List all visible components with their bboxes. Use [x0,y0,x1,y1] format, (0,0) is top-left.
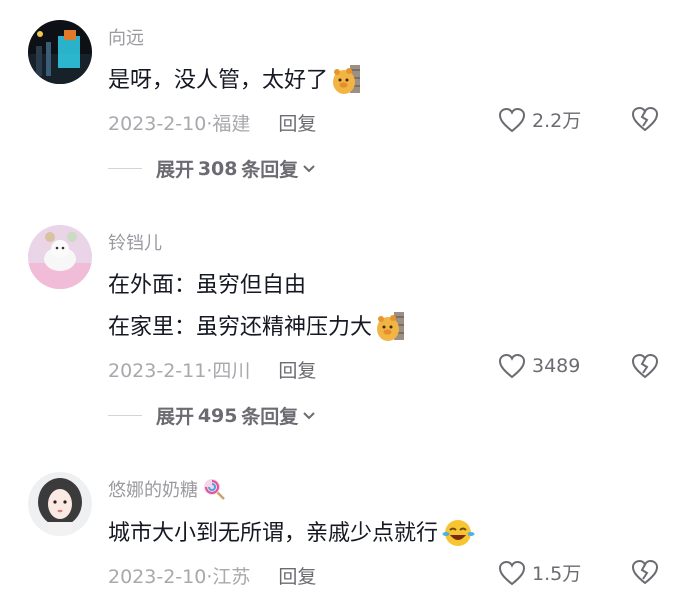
chevron-down-icon [303,164,316,172]
dislike-button[interactable] [631,353,659,383]
heart-icon [498,560,526,585]
username-text: 悠娜的奶糖 [108,480,198,501]
comment-text-line: 城市大小到无所谓，亲戚少点就行 [108,521,439,546]
like-count: 2.2万 [532,110,582,132]
comment-text-line: 在家里：虽穷还精神压力大 [108,315,373,340]
comment-date: 2023-2-11 [108,360,207,382]
comment-text: 城市大小到无所谓，亲戚少点就行 [108,515,476,554]
comment-list: 向远 是呀，没人管，太好了 2023-2-10·福建 回复 2.2万 展开 30… [0,0,690,598]
avatar[interactable] [28,20,92,84]
comment-meta: 2023-2-10·江苏 回复 [108,562,316,589]
broken-heart-icon [631,353,659,379]
expand-prefix: 展开 [156,159,195,181]
dislike-button[interactable] [631,106,659,136]
reply-button[interactable]: 回复 [278,360,316,382]
comment-text: 在家里：虽穷还精神压力大 [108,309,406,348]
broken-heart-icon [631,559,659,585]
pig-emoji [376,310,406,348]
expand-suffix: 条回复 [241,159,299,181]
comment-meta: 2023-2-11·四川 回复 [108,356,316,383]
username[interactable]: 铃铛儿 [108,229,162,255]
avatar[interactable] [28,225,92,289]
like-button[interactable]: 3489 [498,353,580,379]
reply-count: 495 [197,404,238,427]
comment-text-line: 在外面：虽穷但自由 [108,273,307,298]
expand-prefix: 展开 [156,406,195,428]
like-button[interactable]: 2.2万 [498,106,581,133]
expand-suffix: 条回复 [241,406,299,428]
comment-location: 四川 [212,360,251,382]
like-count: 3489 [532,355,581,377]
comment-date: 2023-2-10 [108,113,207,135]
heart-icon [498,353,526,379]
reply-count: 308 [197,157,238,180]
comment-text: 是呀，没人管，太好了 [108,62,362,101]
expand-replies-button[interactable]: 展开 495 条回复 [108,402,316,429]
divider [108,415,142,416]
dislike-button[interactable] [631,559,659,589]
comment-text-line: 是呀，没人管，太好了 [108,68,329,93]
comment-meta: 2023-2-10·福建 回复 [108,109,316,136]
username[interactable]: 悠娜的奶糖 [108,476,226,506]
comment-date: 2023-2-10 [108,566,207,588]
laughing-crying-emoji [442,518,476,554]
broken-heart-icon [631,106,659,132]
reply-button[interactable]: 回复 [278,113,316,135]
divider [108,168,142,169]
heart-icon [498,107,526,132]
reply-button[interactable]: 回复 [278,566,316,588]
chevron-down-icon [303,411,316,419]
pig-emoji [332,63,362,101]
like-button[interactable]: 1.5万 [498,559,581,586]
expand-replies-button[interactable]: 展开 308 条回复 [108,155,316,182]
avatar[interactable] [28,472,92,536]
username[interactable]: 向远 [108,24,144,50]
lollipop-emoji [202,477,226,506]
comment-location: 江苏 [212,566,251,588]
comment-location: 福建 [212,113,251,135]
like-count: 1.5万 [532,563,582,585]
